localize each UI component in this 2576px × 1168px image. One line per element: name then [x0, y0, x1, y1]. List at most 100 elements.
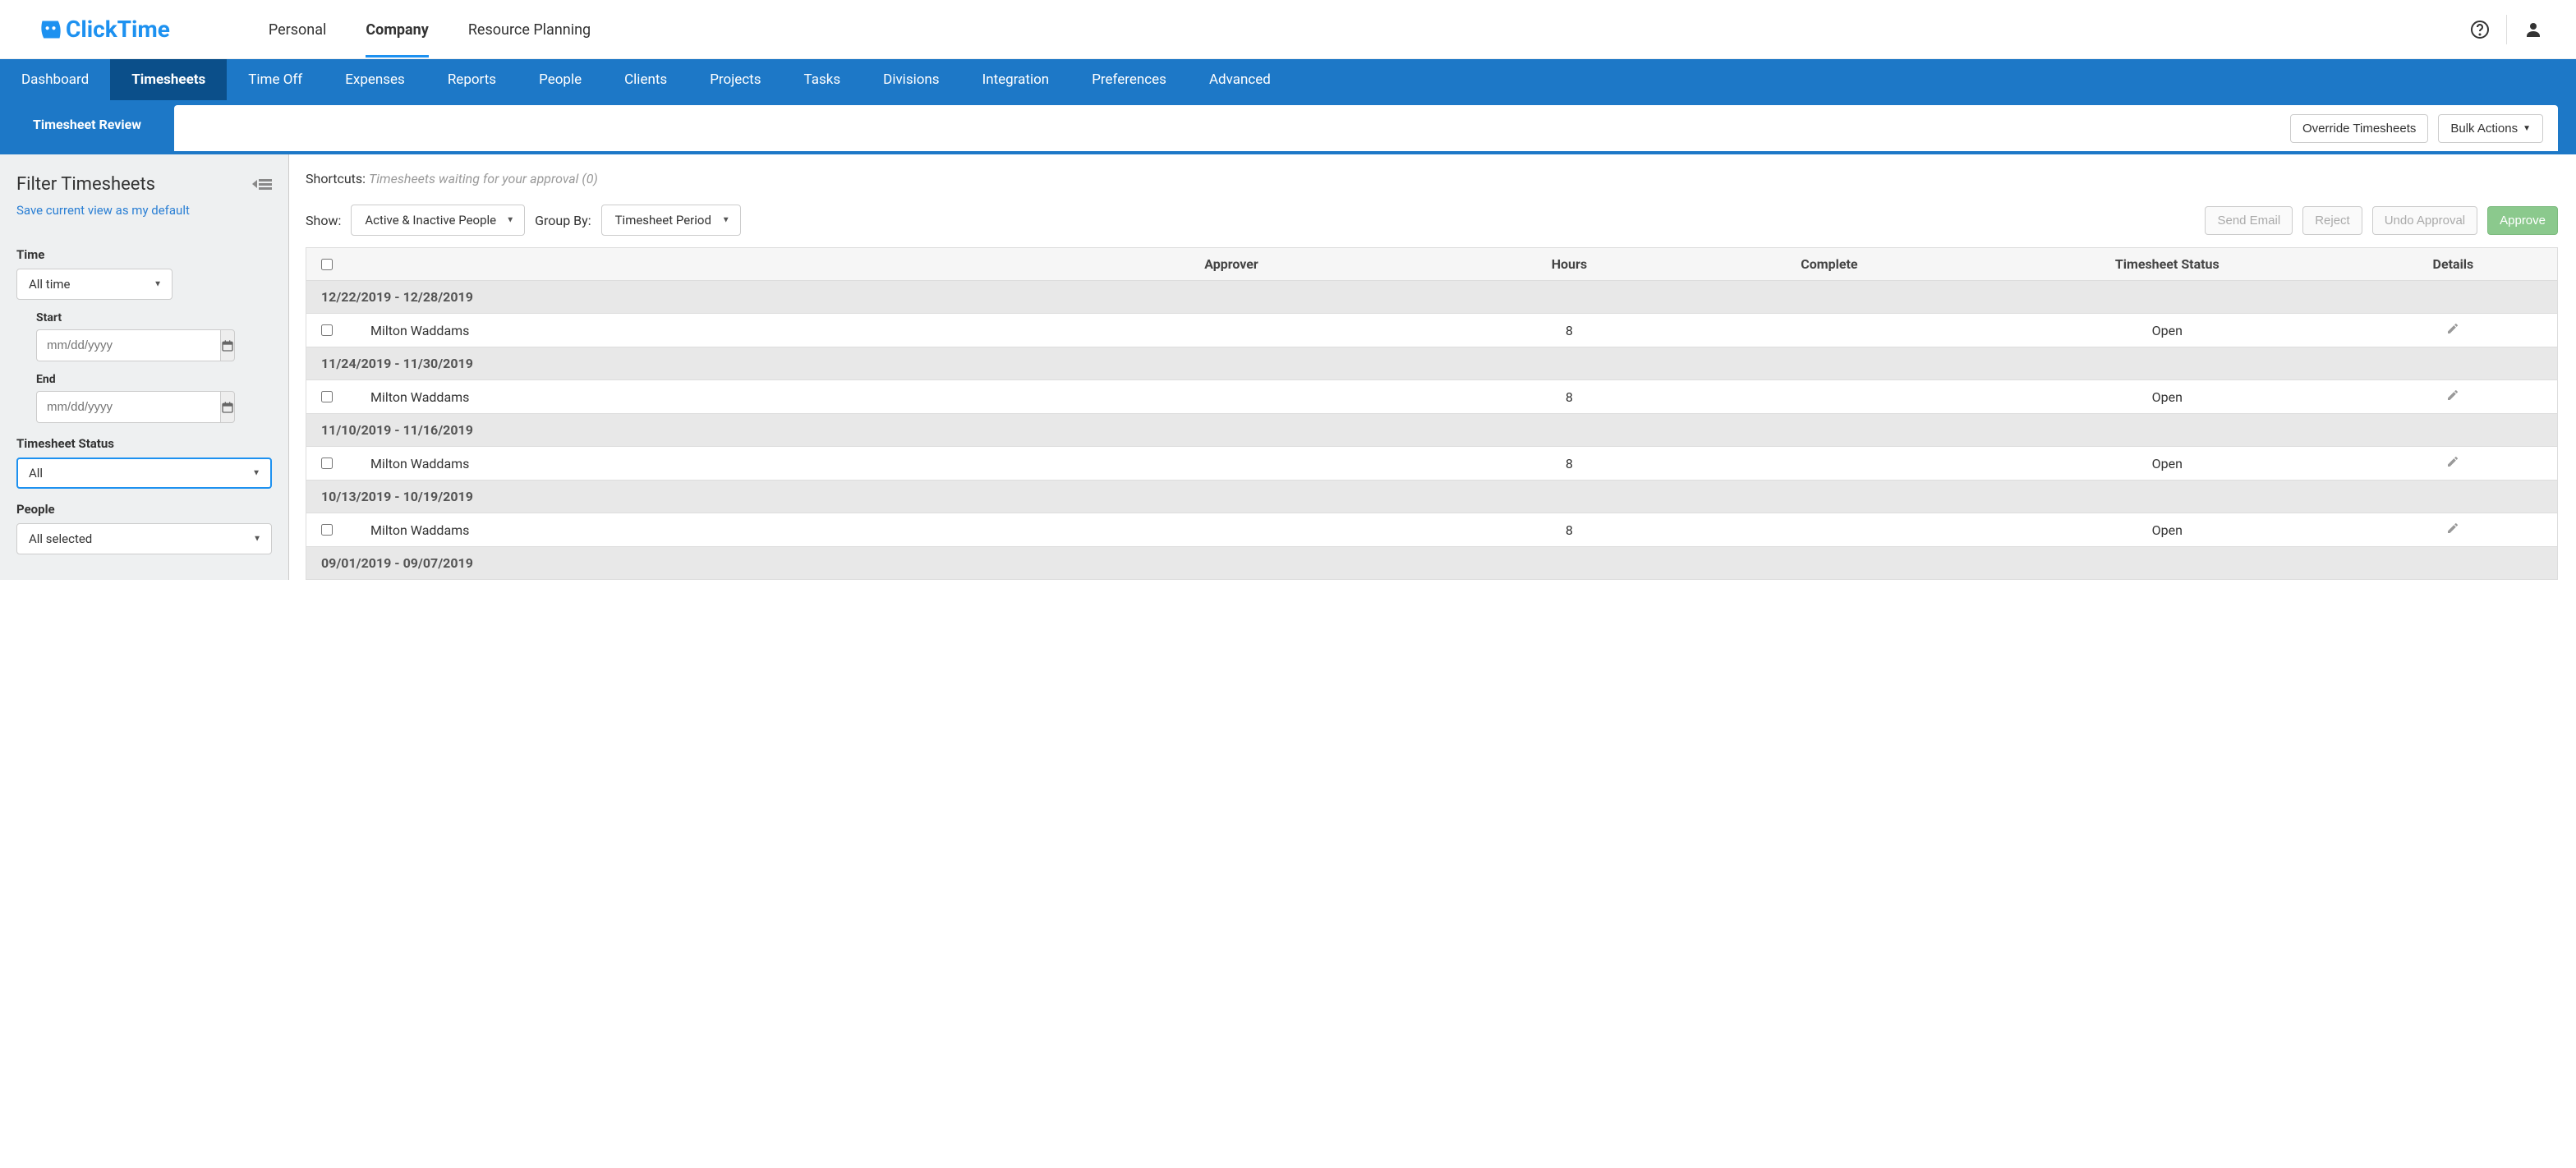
- row-checkbox[interactable]: [321, 324, 333, 336]
- row-status: Open: [1985, 389, 2349, 405]
- nav-projects[interactable]: Projects: [688, 59, 782, 100]
- row-name: Milton Waddams: [347, 323, 997, 338]
- table-group: 12/22/2019 - 12/28/2019: [306, 281, 2557, 314]
- topbar-right: [2470, 15, 2543, 44]
- time-label: Time: [16, 247, 272, 262]
- start-label: Start: [36, 311, 272, 324]
- pencil-icon[interactable]: [2349, 322, 2557, 338]
- subbar-actions: Override Timesheets Bulk Actions ▼: [174, 105, 2558, 151]
- logo[interactable]: ClickTime: [39, 16, 170, 43]
- bulk-actions-button[interactable]: Bulk Actions ▼: [2438, 114, 2543, 143]
- show-label: Show:: [306, 213, 341, 228]
- nav-timeoff[interactable]: Time Off: [227, 59, 324, 100]
- col-details: Details: [2349, 256, 2557, 272]
- start-calendar-icon[interactable]: [220, 329, 235, 361]
- row-name: Milton Waddams: [347, 456, 997, 471]
- time-select[interactable]: All time: [16, 269, 172, 300]
- row-checkbox[interactable]: [321, 391, 333, 402]
- collapse-sidebar-icon[interactable]: [252, 175, 272, 195]
- nav-people[interactable]: People: [518, 59, 603, 100]
- table-group-label: 10/13/2019 - 10/19/2019: [306, 489, 2557, 504]
- row-name: Milton Waddams: [347, 522, 997, 538]
- bulk-actions-label: Bulk Actions: [2450, 122, 2518, 136]
- end-date-row: [36, 391, 197, 423]
- status-label: Timesheet Status: [16, 436, 272, 451]
- row-hours: 8: [1465, 323, 1673, 338]
- nav-clients[interactable]: Clients: [603, 59, 688, 100]
- col-hours: Hours: [1465, 256, 1673, 272]
- row-status: Open: [1985, 522, 2349, 538]
- save-default-link[interactable]: Save current view as my default: [16, 203, 190, 218]
- row-hours: 8: [1465, 522, 1673, 538]
- override-timesheets-button[interactable]: Override Timesheets: [2290, 114, 2428, 143]
- pencil-icon[interactable]: [2349, 455, 2557, 471]
- pencil-icon[interactable]: [2349, 522, 2557, 538]
- logo-text: ClickTime: [66, 16, 170, 43]
- col-approver: Approver: [997, 256, 1465, 272]
- shortcuts-value[interactable]: Timesheets waiting for your approval (0): [369, 171, 598, 186]
- logo-icon: [39, 18, 62, 41]
- start-date-input[interactable]: [36, 329, 220, 361]
- select-all-checkbox[interactable]: [321, 259, 333, 270]
- sidebar-title: Filter Timesheets: [16, 174, 155, 195]
- table-group-label: 09/01/2019 - 09/07/2019: [306, 555, 2557, 571]
- col-status: Timesheet Status: [1985, 256, 2349, 272]
- undo-approval-button[interactable]: Undo Approval: [2372, 206, 2477, 235]
- account-icon[interactable]: [2523, 20, 2543, 39]
- start-date-row: [36, 329, 197, 361]
- body: Filter Timesheets Save current view as m…: [0, 154, 2576, 580]
- table-group-label: 12/22/2019 - 12/28/2019: [306, 289, 2557, 305]
- send-email-button[interactable]: Send Email: [2205, 206, 2293, 235]
- show-select[interactable]: Active & Inactive People: [351, 205, 525, 236]
- table-group: 09/01/2019 - 09/07/2019: [306, 547, 2557, 580]
- group-label: Group By:: [535, 213, 591, 228]
- table-group: 11/24/2019 - 11/30/2019: [306, 347, 2557, 380]
- topnav-resource-planning[interactable]: Resource Planning: [468, 2, 591, 57]
- nav-reports[interactable]: Reports: [426, 59, 518, 100]
- end-date-input[interactable]: [36, 391, 220, 423]
- bluenav: Dashboard Timesheets Time Off Expenses R…: [0, 59, 2576, 100]
- timesheet-table: Approver Hours Complete Timesheet Status…: [306, 247, 2558, 580]
- nav-divisions[interactable]: Divisions: [862, 59, 960, 100]
- nav-advanced[interactable]: Advanced: [1188, 59, 1292, 100]
- shortcuts: Shortcuts: Timesheets waiting for your a…: [306, 171, 2558, 186]
- nav-timesheets[interactable]: Timesheets: [110, 59, 227, 100]
- end-calendar-icon[interactable]: [220, 391, 235, 423]
- people-select[interactable]: All selected: [16, 523, 272, 554]
- row-hours: 8: [1465, 389, 1673, 405]
- nav-expenses[interactable]: Expenses: [324, 59, 426, 100]
- table-row: Milton Waddams8Open: [306, 314, 2557, 347]
- people-label: People: [16, 502, 272, 517]
- table-row: Milton Waddams 8 Open: [306, 513, 2557, 547]
- table-header: Approver Hours Complete Timesheet Status…: [306, 248, 2557, 281]
- help-icon[interactable]: [2470, 20, 2490, 39]
- subtab-timesheet-review[interactable]: Timesheet Review: [0, 100, 174, 152]
- status-select[interactable]: All: [16, 458, 272, 489]
- end-label: End: [36, 373, 272, 386]
- topbar: ClickTime Personal Company Resource Plan…: [0, 0, 2576, 59]
- shortcuts-label: Shortcuts:: [306, 171, 366, 186]
- reject-button[interactable]: Reject: [2302, 206, 2362, 235]
- table-group: 11/10/2019 - 11/16/2019: [306, 414, 2557, 447]
- table-row: Milton Waddams8Open: [306, 447, 2557, 481]
- subbar: Timesheet Review Override Timesheets Bul…: [0, 100, 2576, 154]
- nav-tasks[interactable]: Tasks: [783, 59, 862, 100]
- topnav-company[interactable]: Company: [366, 2, 428, 57]
- table-group-label: 11/10/2019 - 11/16/2019: [306, 422, 2557, 438]
- nav-preferences[interactable]: Preferences: [1070, 59, 1188, 100]
- pencil-icon[interactable]: [2349, 389, 2557, 405]
- toolbar: Show: Active & Inactive People Group By:…: [306, 205, 2558, 236]
- group-select[interactable]: Timesheet Period: [601, 205, 741, 236]
- col-complete: Complete: [1673, 256, 1985, 272]
- sidebar: Filter Timesheets Save current view as m…: [0, 154, 289, 580]
- caret-down-icon: ▼: [2523, 124, 2531, 133]
- topnav: Personal Company Resource Planning: [269, 2, 591, 57]
- nav-dashboard[interactable]: Dashboard: [0, 59, 110, 100]
- row-hours: 8: [1465, 456, 1673, 471]
- table-row: Milton Waddams8Open: [306, 380, 2557, 414]
- row-checkbox[interactable]: [321, 524, 333, 536]
- row-checkbox[interactable]: [321, 458, 333, 469]
- topnav-personal[interactable]: Personal: [269, 2, 327, 57]
- approve-button[interactable]: Approve: [2487, 206, 2558, 235]
- nav-integration[interactable]: Integration: [961, 59, 1071, 100]
